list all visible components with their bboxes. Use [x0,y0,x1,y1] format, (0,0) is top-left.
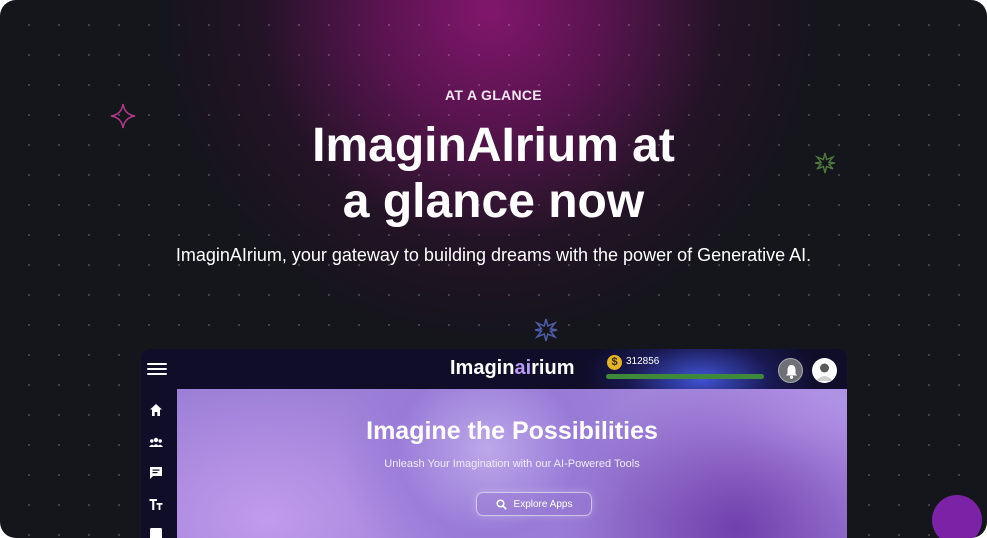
explore-apps-button[interactable]: Explore Apps [476,492,592,516]
hero-subtitle: Unleash Your Imagination with our AI-Pow… [384,458,640,470]
chat-icon[interactable] [149,466,163,480]
credit-balance: 312856 [626,356,660,367]
section-headline: ImaginAIrium at a glance now [0,118,987,230]
app-topbar: Imaginairium $ 312856 [141,349,847,389]
landing-section: AT A GLANCE ImaginAIrium at a glance now… [0,0,987,538]
community-icon[interactable] [149,435,163,449]
search-icon [495,498,507,510]
sparkle-blue-icon [534,318,558,342]
headline-line-1: ImaginAIrium at [312,119,675,172]
floating-action-button[interactable] [932,495,982,538]
credit-progress-fill [606,374,764,379]
bell-icon[interactable] [778,358,803,383]
explore-apps-label: Explore Apps [513,498,573,510]
more-icon[interactable] [149,527,163,538]
app-logo[interactable]: Imaginairium [450,357,574,380]
home-icon[interactable] [149,403,163,417]
hero-title: Imagine the Possibilities [366,417,658,445]
headline-line-2: a glance now [342,175,645,228]
text-icon[interactable] [149,497,163,511]
section-eyebrow: AT A GLANCE [445,87,542,103]
user-avatar[interactable] [812,358,837,383]
section-subheadline: ImaginAIrium, your gateway to building d… [175,245,812,265]
app-sidebar [141,389,177,538]
coin-icon: $ [607,355,622,370]
menu-icon[interactable] [147,360,167,376]
app-hero-banner: Imagine the Possibilities Unleash Your I… [177,389,847,538]
credit-progress-bar [606,374,764,379]
app-preview-screenshot: Imaginairium $ 312856 Imagine the Possib… [141,349,847,538]
